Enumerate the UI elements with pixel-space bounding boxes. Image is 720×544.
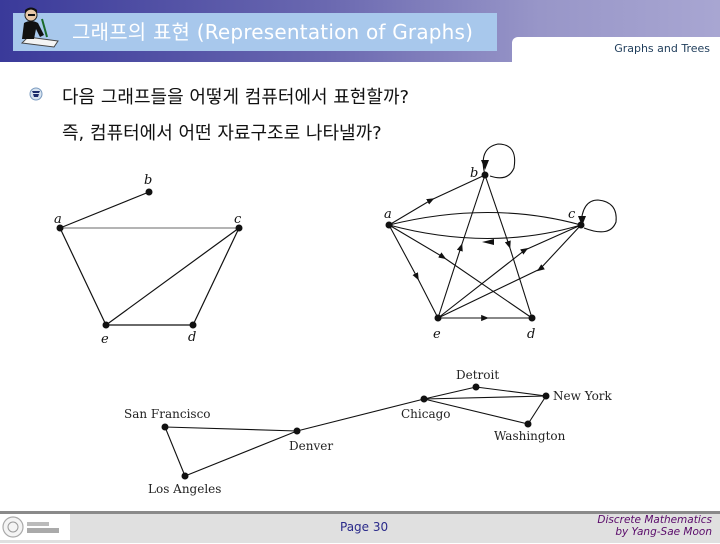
label-new-york: New York: [553, 389, 613, 403]
edge-la-denver: [184, 430, 298, 477]
node-a: [385, 221, 393, 229]
section-label: Graphs and Trees: [614, 42, 710, 55]
edge-c-d: [192, 227, 240, 326]
edge-chicago-detroit: [423, 386, 477, 400]
node-washington: [524, 420, 532, 428]
node-chicago: [420, 395, 428, 403]
label-b: b: [144, 173, 152, 188]
edge-c-a: [388, 224, 582, 239]
edge-detroit-newyork: [475, 386, 547, 397]
node-los-angeles: [181, 472, 189, 480]
node-b: [481, 171, 489, 179]
arrow-loop-b: [481, 160, 489, 170]
label-san-francisco: San Francisco: [124, 407, 211, 421]
label-b: b: [470, 166, 478, 181]
edge-c-e: [437, 224, 582, 319]
university-seal-icon: [2, 516, 59, 538]
person-writing-icon: [20, 7, 59, 48]
city-graph: San Francisco Los Angeles Denver Chicago…: [124, 368, 613, 496]
question-line-1: 다음 그래프들을 어떻게 컴퓨터에서 표현할까?: [62, 87, 410, 108]
label-c: c: [234, 212, 242, 227]
bullet-emblem-icon: [29, 87, 43, 101]
label-d: d: [188, 330, 196, 345]
loop-c: [580, 199, 617, 233]
undirected-graph: a b c d e: [54, 173, 243, 345]
footer-logo-area: [0, 514, 70, 540]
page-title: 그래프의 표현 (Representation of Graphs): [72, 20, 474, 44]
edge-c-e: [105, 227, 240, 326]
edge-a-e: [59, 227, 107, 326]
node-san-francisco: [161, 423, 169, 431]
node-d: [528, 314, 536, 322]
node-d: [189, 321, 197, 329]
edge-b-d: [484, 174, 533, 319]
label-a: a: [54, 212, 62, 227]
edge-chicago-newyork: [423, 395, 547, 400]
label-d: d: [527, 327, 535, 342]
node-detroit: [472, 383, 480, 391]
label-e: e: [433, 327, 441, 342]
page-number: Page 30: [340, 520, 389, 534]
edge-a-c: [388, 212, 582, 226]
credit-line-1: Discrete Mathematics: [597, 514, 712, 526]
edge-a-b: [59, 191, 150, 229]
edge-sf-la: [164, 426, 186, 477]
node-new-york: [542, 392, 550, 400]
edge-sf-denver: [164, 426, 298, 432]
node-b: [145, 188, 153, 196]
label-los-angeles: Los Angeles: [148, 482, 221, 496]
edge-a-d: [388, 224, 533, 319]
node-c: [577, 221, 585, 229]
label-chicago: Chicago: [401, 407, 451, 421]
node-e: [102, 321, 110, 329]
label-a: a: [384, 207, 392, 222]
edge-e-c: [437, 224, 582, 319]
label-denver: Denver: [289, 439, 333, 453]
edge-washington-newyork: [527, 395, 547, 425]
node-e: [434, 314, 442, 322]
edge-e-b: [437, 174, 486, 319]
credit-line-2: by Yang-Sae Moon: [615, 526, 712, 538]
directed-graph: a b c d e: [384, 143, 617, 342]
label-washington: Washington: [494, 429, 566, 443]
arrow-c-a: [482, 239, 494, 245]
node-denver: [293, 427, 301, 435]
footer-credits: Discrete Mathematics by Yang-Sae Moon: [597, 514, 712, 538]
label-e: e: [101, 332, 109, 345]
label-detroit: Detroit: [456, 368, 499, 382]
label-c: c: [568, 207, 576, 222]
question-line-2: 즉, 컴퓨터에서 어떤 자료구조로 나타낼까?: [62, 123, 382, 144]
